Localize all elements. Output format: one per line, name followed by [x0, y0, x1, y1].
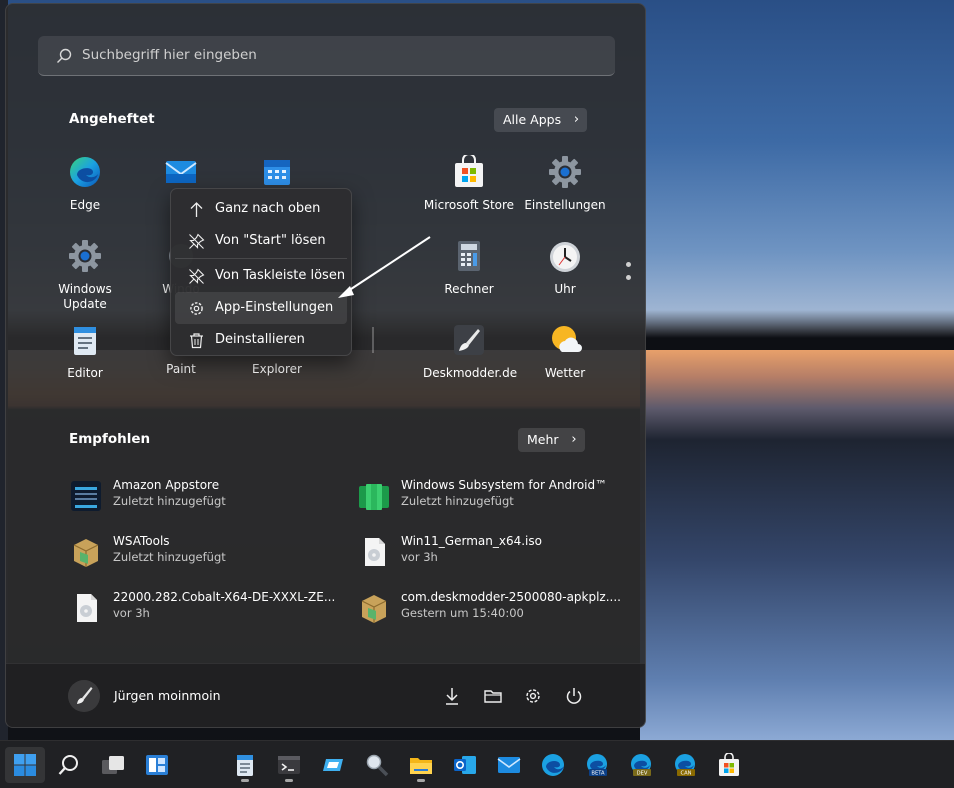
notepad-icon — [237, 755, 253, 776]
taskbar-outlook-button[interactable] — [445, 747, 485, 783]
taskbar-widgets-button[interactable] — [137, 747, 177, 783]
file-explorer-icon — [410, 758, 432, 774]
taskbar-terminal-button[interactable] — [269, 747, 309, 783]
taskbar-edge-button[interactable] — [533, 747, 573, 783]
taskbar-edge-beta-button[interactable]: BETA — [577, 747, 617, 783]
taskbar-search-button[interactable] — [49, 747, 89, 783]
taskbar-task-view-button[interactable] — [93, 747, 133, 783]
taskbar-file-explorer-button[interactable] — [401, 747, 441, 783]
edge-canary-badge: CAN — [680, 771, 691, 777]
taskbar-wsa-button[interactable] — [313, 747, 353, 783]
taskbar-mail-button[interactable] — [489, 747, 529, 783]
taskbar-magnifier-button[interactable] — [357, 747, 397, 783]
running-indicator — [241, 779, 249, 782]
store-icon — [719, 753, 739, 776]
annotation-arrow — [338, 236, 431, 298]
mail-icon — [497, 757, 521, 773]
edge-dev-icon: DEV — [631, 754, 651, 777]
terminal-icon — [278, 756, 300, 774]
start-icon — [14, 754, 36, 776]
task-view-icon — [102, 756, 124, 774]
taskbar-edge-dev-button[interactable]: DEV — [621, 747, 661, 783]
wsa-icon — [323, 759, 343, 771]
taskbar-store-button[interactable] — [709, 747, 749, 783]
taskbar-edge-canary-button[interactable]: CAN — [665, 747, 705, 783]
edge-beta-icon: BETA — [587, 754, 607, 777]
edge-dev-badge: DEV — [637, 771, 648, 777]
widgets-icon — [146, 755, 168, 775]
taskbar-start-button[interactable] — [5, 747, 45, 783]
edge-icon — [542, 754, 564, 776]
taskbar-notepad-button[interactable] — [225, 747, 265, 783]
search-icon — [58, 755, 78, 775]
magnifier-icon — [366, 754, 389, 777]
outlook-icon — [454, 756, 476, 774]
edge-canary-icon: CAN — [675, 754, 695, 777]
edge-beta-badge: BETA — [591, 771, 605, 777]
running-indicator — [285, 779, 293, 782]
running-indicator — [417, 779, 425, 782]
taskbar: BETA DEV CAN — [0, 740, 954, 788]
